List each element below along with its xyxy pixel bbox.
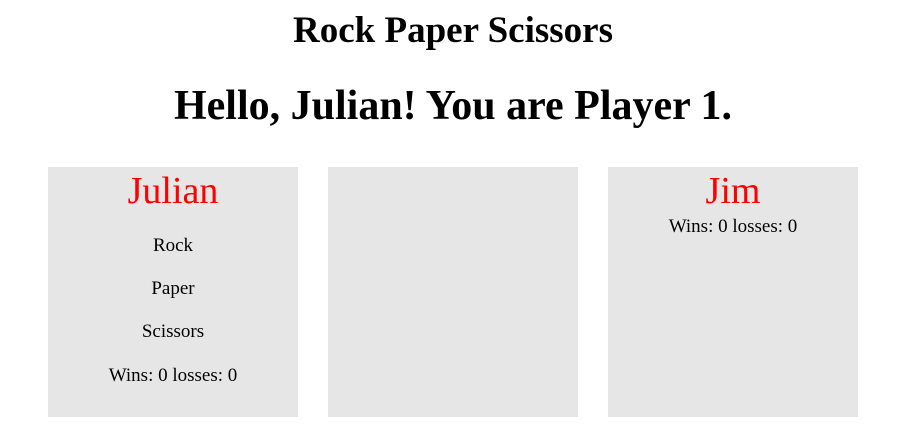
player1-panel: Julian Rock Paper Scissors Wins: 0 losse… <box>48 167 298 417</box>
player2-record: Wins: 0 losses: 0 <box>668 216 798 237</box>
player1-name: Julian <box>127 170 219 212</box>
result-panel <box>328 167 578 417</box>
player1-record: Wins: 0 losses: 0 <box>108 365 238 386</box>
player2-name: Jim <box>705 170 761 212</box>
page-title: Rock Paper Scissors <box>293 10 613 51</box>
player2-panel: Jim Wins: 0 losses: 0 <box>608 167 858 417</box>
rock-choice[interactable]: Rock <box>48 235 298 257</box>
greeting-heading: Hello, Julian! You are Player 1. <box>173 83 733 129</box>
paper-choice[interactable]: Paper <box>48 278 298 300</box>
game-page: Rock Paper Scissors Hello, Julian! You a… <box>0 0 906 435</box>
scissors-choice[interactable]: Scissors <box>48 321 298 343</box>
